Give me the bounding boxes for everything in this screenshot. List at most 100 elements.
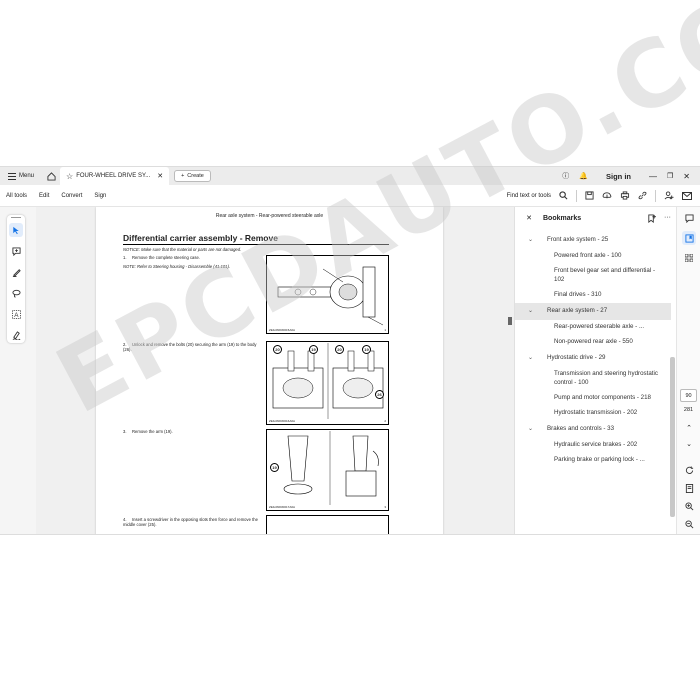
cursor-icon [13, 226, 19, 234]
document-viewport[interactable]: Rear axle system - Rear-powered steerabl… [36, 207, 514, 534]
bookmark-item[interactable]: Hydrostatic transmission - 202 [515, 406, 671, 421]
prev-page-button[interactable]: ⌃ [682, 421, 696, 435]
toolbar-right: Find text or tools [507, 189, 700, 202]
step-text: Insert a screwdriver in the opposing slo… [123, 517, 258, 528]
axle-illustration [277, 266, 384, 326]
comments-panel-button[interactable] [682, 211, 696, 225]
bookmark-label: Brakes and controls - 33 [547, 424, 615, 432]
save-icon[interactable] [585, 191, 594, 200]
bookmark-item[interactable]: Powered front axle - 100 [515, 249, 671, 264]
link-icon[interactable] [638, 191, 647, 200]
chevron-down-icon[interactable]: ⌄ [528, 425, 533, 434]
chevron-up-icon: ⌃ [686, 425, 692, 432]
bookmark-group[interactable]: ⌄ Brakes and controls - 33 [515, 421, 671, 438]
menu-label: Menu [19, 173, 35, 179]
chevron-down-icon[interactable]: ⌄ [528, 307, 533, 316]
bookmarks-header: ✕ Bookmarks ··· [515, 207, 676, 229]
refresh-icon [685, 465, 693, 474]
callout-20-right: 20 [335, 345, 344, 354]
restore-icon[interactable]: ❐ [667, 172, 673, 180]
bookmark-item[interactable]: Front bevel gear set and differential - … [515, 264, 671, 288]
search-icon[interactable] [559, 191, 568, 200]
bookmark-item[interactable]: Transmission and steering hydrostatic co… [515, 367, 671, 391]
zoom-out-button[interactable] [682, 517, 696, 531]
current-page-input[interactable]: 90 [680, 389, 697, 402]
sign-menu[interactable]: Sign [88, 193, 112, 199]
step-text: Unlock and remove the bolts (20) securin… [123, 342, 257, 353]
figure-4 [266, 515, 389, 534]
upload-icon[interactable] [602, 191, 612, 200]
acrobat-window: Menu ☆ FOUR-WHEEL DRIVE SY... ✕ + Create… [0, 166, 700, 535]
comment-tool[interactable] [9, 244, 23, 258]
home-button[interactable] [42, 167, 60, 185]
select-tool[interactable] [9, 223, 23, 237]
plus-icon: + [181, 173, 185, 179]
right-rail: 90 281 ⌃ ⌄ [676, 207, 700, 534]
bookmark-label: Front axle system - 25 [547, 236, 609, 243]
bookmark-item[interactable]: Final drives - 310 [515, 288, 671, 303]
drag-handle[interactable] [11, 217, 21, 218]
draw-tool[interactable] [9, 286, 23, 300]
tab-bar-right: ⓘ 🔔 Sign in — ❐ ✕ [562, 171, 700, 181]
bookmark-label: Front bevel gear set and differential - … [554, 266, 656, 283]
bookmarks-panel-button[interactable] [682, 231, 696, 245]
find-label[interactable]: Find text or tools [507, 193, 551, 199]
document-scrollbar[interactable] [508, 317, 512, 325]
next-page-button[interactable]: ⌄ [682, 437, 696, 451]
rotate-button[interactable] [682, 463, 696, 477]
bookmark-item[interactable]: Pump and motor components - 218 [515, 391, 671, 406]
bookmark-item[interactable]: Hydraulic service brakes - 202 [515, 438, 671, 453]
bookmark-group[interactable]: ⌄ Hydrostatic drive - 29 [515, 350, 671, 367]
pen-icon [12, 268, 21, 277]
bookmark-label: Rear-powered steerable axle - ... [554, 322, 645, 330]
callout-19-right: 19 [362, 345, 371, 354]
add-bookmark-icon[interactable] [647, 213, 656, 223]
bookmark-item[interactable]: Rear-powered steerable axle - ... [515, 320, 671, 335]
bookmark-label: Non-powered rear axle - 550 [554, 337, 633, 345]
edit-menu[interactable]: Edit [33, 193, 55, 199]
bookmarks-list: ⌄ Front axle system - 25 Powered front axl… [515, 232, 671, 468]
hamburger-icon [8, 172, 16, 180]
help-icon[interactable]: ⓘ [562, 171, 569, 181]
sign-tool[interactable] [9, 328, 23, 342]
bookmark-group[interactable]: ⌄ Rear axle system - 27 [515, 302, 671, 320]
callout-20-left: 20 [273, 345, 282, 354]
all-tools-menu[interactable]: All tools [0, 193, 33, 199]
chevron-down-icon[interactable]: ⌄ [528, 236, 533, 245]
more-options-icon[interactable]: ··· [664, 214, 671, 223]
bookmark-item[interactable]: Parking brake or parking lock - ... [515, 453, 671, 468]
print-icon[interactable] [620, 191, 630, 200]
share-user-icon[interactable] [664, 191, 674, 200]
bookmark-label: Parking brake or parking lock - ... [554, 455, 645, 463]
highlight-tool[interactable] [9, 265, 23, 279]
bookmark-label: Hydrostatic transmission - 202 [554, 408, 638, 416]
zoom-in-button[interactable] [682, 499, 696, 513]
minimize-icon[interactable]: — [649, 172, 657, 181]
bookmark-item[interactable]: Non-powered rear axle - 550 [515, 335, 671, 350]
comment-plus-icon [11, 246, 21, 256]
bookmark-group[interactable]: ⌄ Front axle system - 25 [515, 232, 671, 249]
bookmarks-scrollbar[interactable] [670, 357, 675, 517]
star-icon[interactable]: ☆ [66, 172, 73, 181]
pdf-page: Rear axle system - Rear-powered steerabl… [96, 207, 443, 534]
text-tool[interactable]: A [9, 307, 23, 321]
chevron-down-icon[interactable]: ⌄ [528, 354, 533, 363]
email-icon[interactable] [682, 191, 692, 200]
thumbnails-panel-button[interactable] [682, 251, 696, 265]
bookmark-label: Final drives - 310 [554, 290, 602, 298]
text-box-icon: A [11, 309, 21, 319]
close-tab-icon[interactable]: ✕ [157, 172, 163, 180]
document-tab[interactable]: ☆ FOUR-WHEEL DRIVE SY... ✕ [60, 167, 170, 185]
convert-menu[interactable]: Convert [55, 193, 88, 199]
menu-button[interactable]: Menu [0, 167, 42, 185]
close-panel-icon[interactable]: ✕ [515, 214, 543, 222]
bell-icon[interactable]: 🔔 [579, 172, 588, 180]
sign-in-button[interactable]: Sign in [598, 172, 639, 181]
close-window-icon[interactable]: ✕ [683, 172, 690, 181]
figure-2: 20 19 20 19 26 ZEIL06FR0016A0A 2 [266, 341, 389, 425]
page-options-button[interactable] [682, 481, 696, 495]
create-button[interactable]: + Create [174, 170, 211, 182]
step-text: Remove the complete steering case. [132, 255, 200, 260]
notice-text: NOTICE: Make sure that the material or p… [123, 247, 242, 252]
step-text: Remove the arm (19). [132, 429, 173, 434]
